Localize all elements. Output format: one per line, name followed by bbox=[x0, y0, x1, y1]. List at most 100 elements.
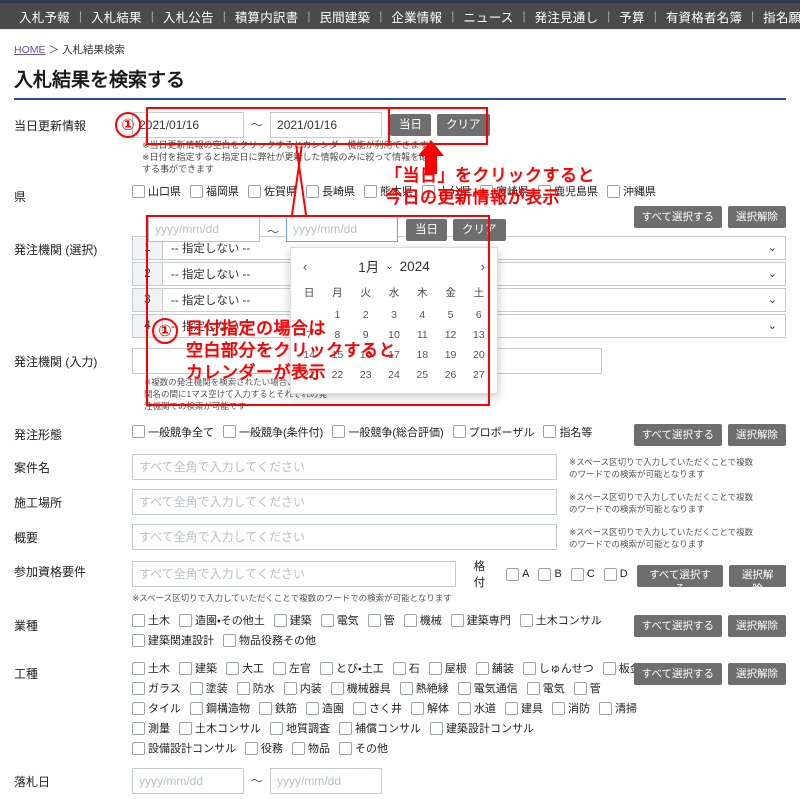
qualification-input[interactable] bbox=[132, 561, 456, 588]
prefecture-checkbox-7[interactable]: 鹿児島県 bbox=[538, 183, 598, 199]
checkbox-icon[interactable] bbox=[132, 184, 145, 198]
checkbox-icon[interactable] bbox=[364, 184, 377, 198]
global-nav[interactable]: 入札予報 | 入札結果 | 入札公告 | 積算内訳書 | 民間建築 | 企業情報… bbox=[0, 0, 800, 30]
koshu-checkbox-30[interactable]: 土木コンサル bbox=[179, 720, 261, 736]
checkbox-icon[interactable] bbox=[519, 613, 533, 627]
calendar-popup[interactable]: ‹ 1月 ⌄ 2024 › 日月火水木金土 1 2 3 4 5 6 7 8 9 10 11 12 13 1… bbox=[290, 247, 498, 394]
order-type-checkbox-1[interactable]: 一般競争(条件付) bbox=[223, 424, 323, 440]
calendar-day-19[interactable]: 19 bbox=[436, 345, 464, 365]
order-type-select-all-button[interactable]: すべて選択する bbox=[633, 424, 722, 447]
calendar-day-12[interactable]: 12 bbox=[436, 325, 464, 345]
today-button[interactable]: 当日 bbox=[390, 114, 432, 136]
checkbox-icon[interactable] bbox=[452, 425, 466, 439]
checkbox-icon[interactable] bbox=[245, 741, 258, 755]
checkbox-icon[interactable] bbox=[132, 681, 145, 695]
checkbox-icon[interactable] bbox=[505, 701, 518, 715]
checkbox-icon[interactable] bbox=[526, 681, 540, 695]
koshu-checkbox-16[interactable]: 電気通信 bbox=[457, 680, 518, 696]
koshu-checkbox-15[interactable]: 熱絶縁 bbox=[399, 680, 449, 696]
checkbox-icon[interactable] bbox=[411, 701, 424, 715]
koshu-checkbox-7[interactable]: 舗装 bbox=[475, 660, 514, 676]
checkbox-icon[interactable] bbox=[602, 661, 616, 675]
koshu-checkbox-37[interactable]: その他 bbox=[339, 740, 388, 756]
checkbox-icon[interactable] bbox=[506, 567, 520, 581]
checkbox-icon[interactable] bbox=[306, 701, 319, 715]
checkbox-icon[interactable] bbox=[330, 681, 344, 695]
prefecture-checkbox-5[interactable]: 大分県 bbox=[422, 183, 471, 199]
order-type-deselect-button[interactable]: 選択解除 bbox=[728, 424, 786, 447]
checkbox-icon[interactable] bbox=[179, 721, 192, 735]
gyoshu-checkbox-2[interactable]: 建築 bbox=[273, 612, 312, 628]
update-date-to-input[interactable] bbox=[270, 112, 383, 138]
case-name-input[interactable] bbox=[132, 454, 557, 481]
checkbox-icon[interactable] bbox=[190, 184, 203, 198]
checkbox-icon[interactable] bbox=[457, 681, 471, 695]
checkbox-icon[interactable] bbox=[538, 184, 551, 198]
rank-checkbox-c[interactable]: C bbox=[570, 567, 595, 581]
checkbox-icon[interactable] bbox=[552, 701, 565, 715]
koshu-checkbox-26[interactable]: 建具 bbox=[505, 700, 543, 716]
rank-checkbox-d[interactable]: D bbox=[603, 567, 628, 581]
rank-checkbox-a[interactable]: A bbox=[506, 567, 529, 581]
checkbox-icon[interactable] bbox=[607, 184, 620, 198]
checkbox-icon[interactable] bbox=[480, 184, 493, 198]
checkbox-icon[interactable] bbox=[320, 613, 334, 627]
koshu-checkbox-28[interactable]: 清掃 bbox=[599, 700, 637, 716]
checkbox-icon[interactable] bbox=[179, 613, 192, 627]
checkbox-icon[interactable] bbox=[270, 721, 283, 735]
calendar-day-5[interactable]: 5 bbox=[436, 305, 464, 325]
checkbox-icon[interactable] bbox=[403, 613, 417, 627]
calendar-day-9[interactable]: 9 bbox=[352, 325, 380, 345]
order-type-checkbox-4[interactable]: 指名等 bbox=[543, 424, 592, 440]
koshu-select-all-button[interactable]: すべて選択する bbox=[633, 663, 722, 686]
gyoshu-checkbox-1[interactable]: 造園・その他土 bbox=[179, 612, 265, 628]
checkbox-icon[interactable] bbox=[543, 425, 557, 439]
checkbox-icon[interactable] bbox=[332, 425, 346, 439]
checkbox-icon[interactable] bbox=[273, 661, 286, 675]
checkbox-icon[interactable] bbox=[450, 613, 464, 627]
order-type-checkbox-2[interactable]: 一般競争(総合評価) bbox=[332, 424, 444, 440]
nav-item-1[interactable]: 入札結果 bbox=[82, 7, 151, 26]
checkbox-icon[interactable] bbox=[320, 661, 333, 675]
checkbox-icon[interactable] bbox=[538, 567, 552, 581]
nav-item-9[interactable]: 有資格者名簿 bbox=[657, 7, 751, 26]
calendar-day-11[interactable]: 11 bbox=[408, 325, 436, 345]
calendar-day-20[interactable]: 20 bbox=[465, 345, 493, 365]
gyoshu-checkbox-0[interactable]: 土木 bbox=[132, 612, 170, 628]
rank-select-all-button[interactable]: すべて選択する bbox=[636, 564, 724, 595]
koshu-checkbox-13[interactable]: 内装 bbox=[283, 680, 322, 696]
koshu-checkbox-4[interactable]: とび・土工 bbox=[320, 660, 384, 676]
update-date-from-input[interactable] bbox=[132, 112, 244, 138]
calendar-day-1[interactable]: 1 bbox=[323, 305, 351, 325]
checkbox-icon[interactable] bbox=[367, 613, 381, 627]
calendar-day-24[interactable]: 24 bbox=[380, 365, 408, 385]
checkbox-icon[interactable] bbox=[132, 701, 145, 715]
koshu-checkbox-2[interactable]: 大工 bbox=[226, 660, 264, 676]
calendar-day-25[interactable]: 25 bbox=[408, 365, 436, 385]
nav-item-5[interactable]: 企業情報 bbox=[382, 7, 451, 26]
gyoshu-deselect-button[interactable]: 選択解除 bbox=[728, 615, 786, 638]
calendar-day-17[interactable]: 17 bbox=[380, 345, 408, 365]
koshu-checkbox-35[interactable]: 役務 bbox=[245, 740, 283, 756]
rank-deselect-button[interactable]: 選択解除 bbox=[729, 564, 786, 595]
calendar-day-8[interactable]: 8 bbox=[323, 325, 351, 345]
koshu-checkbox-8[interactable]: しゅんせつ bbox=[522, 660, 594, 676]
calendar-day-7[interactable]: 7 bbox=[295, 325, 323, 345]
calendar-today-button[interactable]: 当日 bbox=[406, 219, 448, 241]
checkbox-icon[interactable] bbox=[190, 701, 203, 715]
checkbox-icon[interactable] bbox=[226, 661, 239, 675]
calendar-year-label[interactable]: 2024 bbox=[400, 259, 430, 274]
checkbox-icon[interactable] bbox=[132, 613, 145, 627]
gyoshu-select-all-button[interactable]: すべて選択する bbox=[633, 615, 722, 638]
koshu-checkbox-20[interactable]: 鋼構造物 bbox=[190, 700, 250, 716]
checkbox-icon[interactable] bbox=[248, 184, 261, 198]
koshu-checkbox-14[interactable]: 機械器具 bbox=[330, 680, 391, 696]
koshu-checkbox-19[interactable]: タイル bbox=[132, 700, 181, 716]
checkbox-icon[interactable] bbox=[475, 661, 489, 675]
summary-input[interactable] bbox=[132, 523, 557, 550]
prefecture-checkbox-3[interactable]: 長崎県 bbox=[306, 183, 355, 199]
gyoshu-checkbox-6[interactable]: 建築専門 bbox=[450, 612, 511, 628]
checkbox-icon[interactable] bbox=[132, 633, 145, 647]
checkbox-icon[interactable] bbox=[392, 661, 406, 675]
calendar-date-from-input[interactable] bbox=[148, 216, 260, 242]
